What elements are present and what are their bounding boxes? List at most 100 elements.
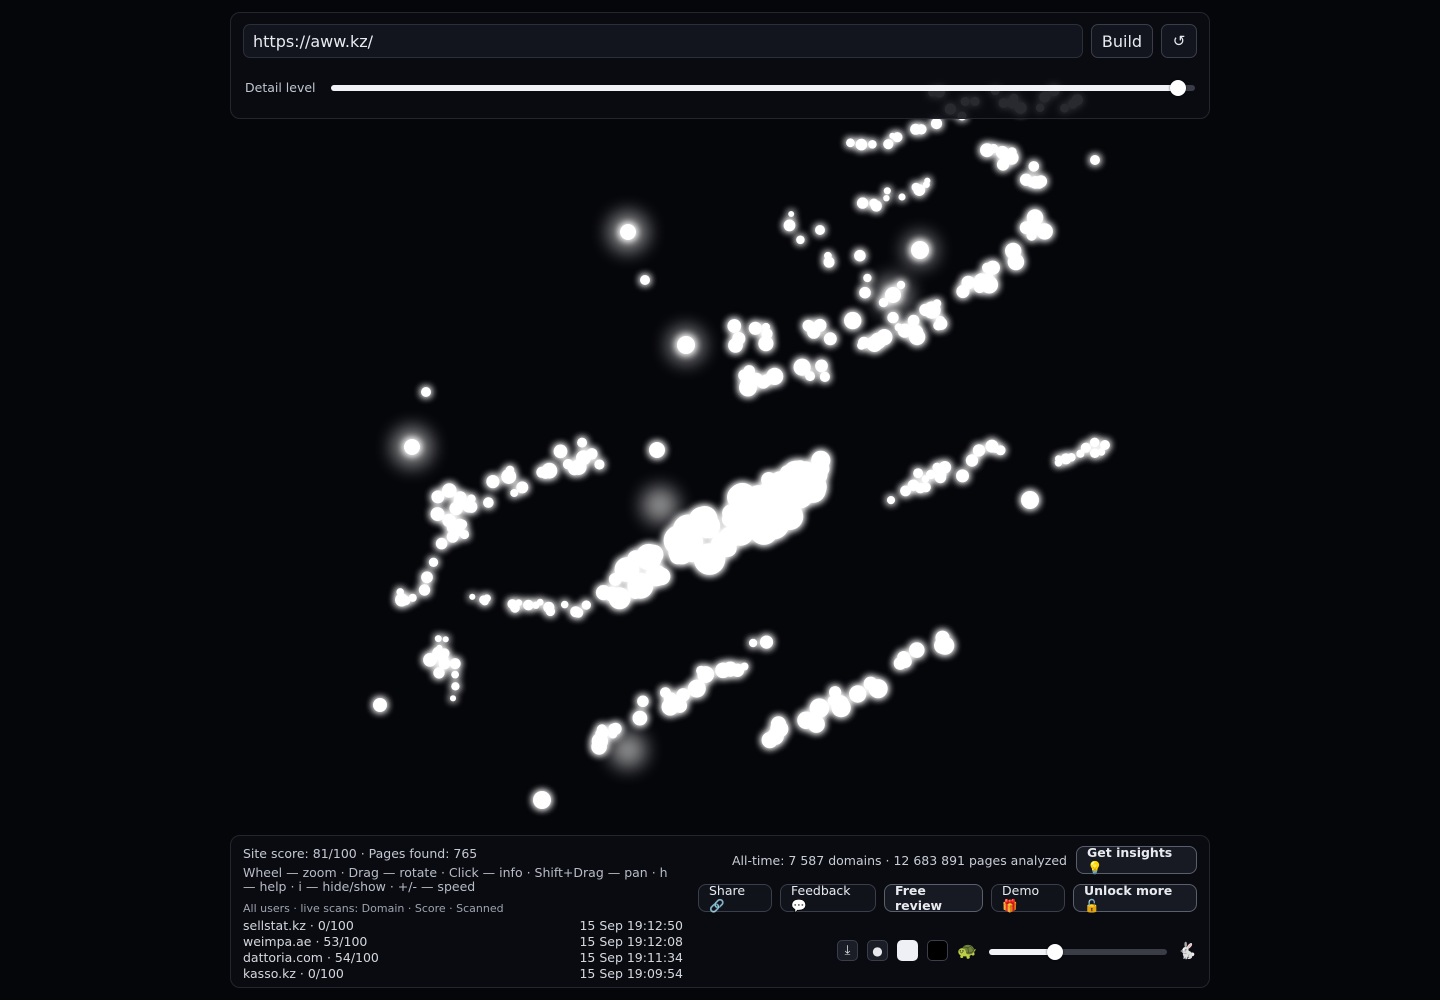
graph-node[interactable] bbox=[909, 325, 924, 340]
graph-node[interactable] bbox=[727, 319, 742, 333]
graph-node[interactable] bbox=[855, 138, 868, 151]
graph-node[interactable] bbox=[910, 123, 922, 135]
speed-handle[interactable] bbox=[1046, 944, 1063, 960]
graph-node[interactable] bbox=[749, 516, 779, 545]
graph-node[interactable] bbox=[501, 469, 517, 484]
graph-node[interactable] bbox=[637, 695, 649, 708]
graph-node[interactable] bbox=[907, 314, 920, 327]
graph-node[interactable] bbox=[776, 722, 787, 734]
graph-node[interactable] bbox=[889, 132, 896, 139]
graph-node[interactable] bbox=[591, 739, 607, 755]
graph-node[interactable] bbox=[909, 642, 925, 658]
graph-node[interactable] bbox=[652, 567, 671, 586]
graph-node[interactable] bbox=[883, 195, 890, 202]
graph-node[interactable] bbox=[523, 599, 534, 611]
graph-node[interactable] bbox=[956, 469, 969, 483]
graph-node[interactable] bbox=[898, 193, 906, 201]
graph-node[interactable] bbox=[965, 454, 979, 467]
graph-node[interactable] bbox=[956, 284, 970, 299]
graph-node[interactable] bbox=[449, 658, 461, 670]
graph-node[interactable] bbox=[1007, 253, 1025, 271]
graph-node[interactable] bbox=[732, 332, 746, 346]
graph-node[interactable] bbox=[483, 594, 491, 603]
graph-node[interactable] bbox=[748, 321, 762, 335]
graph-node[interactable] bbox=[859, 338, 868, 347]
graph-node[interactable] bbox=[786, 481, 814, 509]
graph-node[interactable] bbox=[758, 490, 782, 513]
graph-node[interactable] bbox=[809, 698, 830, 718]
graph-node[interactable] bbox=[823, 332, 837, 346]
graph-node[interactable] bbox=[510, 489, 519, 497]
graph-node[interactable] bbox=[608, 587, 631, 610]
graph-node[interactable] bbox=[442, 513, 456, 528]
graph-node[interactable] bbox=[722, 661, 738, 677]
unlock-more-button[interactable]: Unlock more 🔓 bbox=[1073, 883, 1197, 913]
graph-node[interactable] bbox=[536, 598, 544, 606]
light-theme-swatch[interactable] bbox=[897, 940, 918, 961]
graph-node[interactable] bbox=[815, 225, 825, 235]
reset-button[interactable]: ↺ bbox=[1161, 24, 1197, 58]
graph-node[interactable] bbox=[1067, 453, 1076, 462]
graph-node[interactable] bbox=[896, 280, 906, 290]
graph-node[interactable] bbox=[1089, 437, 1100, 448]
graph-node[interactable] bbox=[1027, 221, 1040, 235]
graph-node[interactable] bbox=[1021, 491, 1039, 509]
graph-node[interactable] bbox=[934, 471, 947, 484]
graph-node[interactable] bbox=[854, 249, 866, 262]
graph-node[interactable] bbox=[758, 336, 774, 352]
graph-node[interactable] bbox=[449, 695, 457, 702]
graph-node[interactable] bbox=[486, 475, 500, 489]
graph-node[interactable] bbox=[911, 241, 929, 259]
graph-node[interactable] bbox=[442, 636, 449, 643]
graph-node[interactable] bbox=[893, 656, 907, 670]
graph-node[interactable] bbox=[677, 336, 695, 354]
graph-node[interactable] bbox=[540, 468, 551, 479]
graph-node[interactable] bbox=[911, 182, 921, 192]
graph-node[interactable] bbox=[1004, 150, 1019, 165]
graph-node[interactable] bbox=[980, 143, 994, 158]
graph-node[interactable] bbox=[438, 657, 451, 670]
graph-node[interactable] bbox=[849, 685, 867, 703]
graph-node[interactable] bbox=[886, 496, 896, 505]
graph-node[interactable] bbox=[972, 444, 986, 457]
graph-node[interactable] bbox=[885, 287, 901, 303]
graph-node[interactable] bbox=[1027, 178, 1036, 188]
graph-node[interactable] bbox=[469, 593, 476, 600]
graph-node[interactable] bbox=[900, 485, 911, 497]
graph-node[interactable] bbox=[434, 635, 442, 643]
download-button[interactable]: ⤓ bbox=[837, 940, 858, 961]
graph-node[interactable] bbox=[428, 557, 439, 567]
graph-node[interactable] bbox=[442, 483, 457, 498]
list-item[interactable]: weimpa.ae · 53/100 15 Sep 19:12:08 bbox=[243, 934, 683, 950]
graph-node[interactable] bbox=[894, 323, 903, 332]
graph-node[interactable] bbox=[935, 630, 950, 645]
graph-node[interactable] bbox=[856, 197, 869, 209]
graph-node[interactable] bbox=[748, 638, 758, 648]
graph-node[interactable] bbox=[815, 359, 828, 373]
graph-node[interactable] bbox=[581, 600, 591, 610]
graph-node[interactable] bbox=[788, 211, 795, 217]
node-cloud[interactable] bbox=[373, 84, 1110, 809]
graph-node[interactable] bbox=[451, 670, 459, 679]
graph-node[interactable] bbox=[743, 365, 755, 377]
graph-node[interactable] bbox=[783, 219, 796, 232]
graph-node[interactable] bbox=[866, 335, 883, 352]
graph-node[interactable] bbox=[710, 532, 736, 558]
graph-node[interactable] bbox=[924, 177, 931, 184]
graph-node[interactable] bbox=[863, 273, 872, 283]
graph-node[interactable] bbox=[608, 723, 617, 733]
graph-node[interactable] bbox=[807, 715, 825, 733]
list-item[interactable]: kasso.kz · 0/100 15 Sep 19:09:54 bbox=[243, 966, 683, 980]
dark-theme-swatch[interactable] bbox=[927, 940, 948, 961]
graph-node[interactable] bbox=[404, 439, 420, 455]
graph-node[interactable] bbox=[761, 322, 771, 332]
get-insights-button[interactable]: Get insights 💡 bbox=[1076, 845, 1197, 875]
graph-node[interactable] bbox=[577, 437, 588, 448]
graph-node[interactable] bbox=[688, 682, 700, 693]
graph-node[interactable] bbox=[660, 687, 671, 698]
graph-node[interactable] bbox=[421, 571, 433, 584]
graph-node[interactable] bbox=[635, 543, 662, 571]
graph-node[interactable] bbox=[696, 665, 706, 676]
node-style-button[interactable]: ● bbox=[867, 940, 888, 961]
graph-node[interactable] bbox=[985, 439, 999, 453]
